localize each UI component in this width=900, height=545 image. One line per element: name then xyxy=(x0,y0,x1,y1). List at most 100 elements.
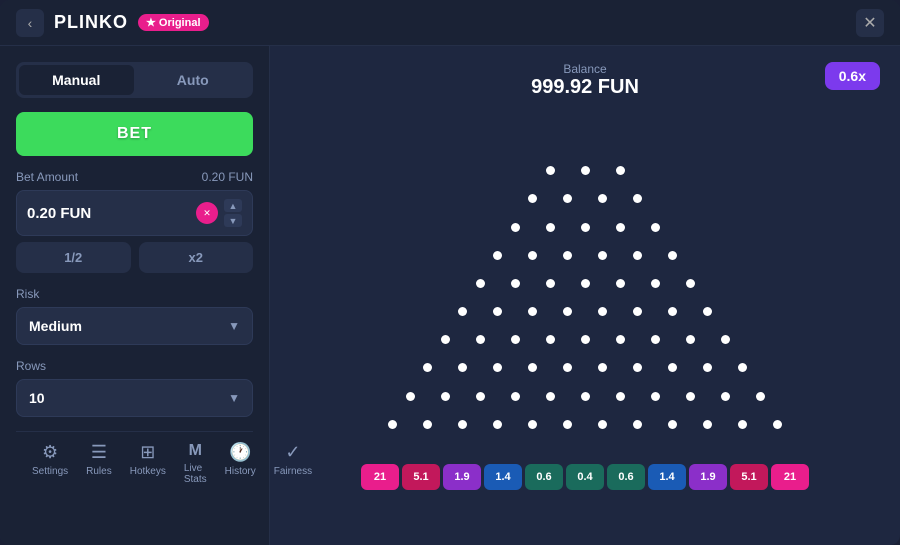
hotkeys-item[interactable]: ⊞ Hotkeys xyxy=(130,442,166,485)
peg xyxy=(773,420,782,429)
peg xyxy=(738,363,747,372)
bet-button[interactable]: BET xyxy=(16,112,253,156)
live-stats-item[interactable]: M Live Stats xyxy=(184,442,207,485)
risk-label: Risk xyxy=(16,287,253,301)
peg xyxy=(493,307,502,316)
app-container: ‹ PLINKO ★ Original ✕ Manual Auto BET Be… xyxy=(0,0,900,545)
hotkeys-label: Hotkeys xyxy=(130,466,166,477)
bucket: 1.4 xyxy=(484,464,522,490)
game-title: PLINKO xyxy=(54,12,128,33)
main-content: Manual Auto BET Bet Amount 0.20 FUN 0.20… xyxy=(0,46,900,545)
peg xyxy=(476,335,485,344)
rows-value: 10 xyxy=(29,390,45,406)
peg xyxy=(633,420,642,429)
peg xyxy=(616,166,625,175)
peg xyxy=(511,279,520,288)
peg xyxy=(581,335,590,344)
peg xyxy=(546,279,555,288)
original-badge: ★ Original xyxy=(138,14,208,31)
peg xyxy=(493,420,502,429)
rows-section: Rows 10 ▼ xyxy=(16,359,253,417)
balance-area: Balance 999.92 FUN 0.6x xyxy=(290,62,880,99)
close-button[interactable]: ✕ xyxy=(856,9,884,37)
peg xyxy=(546,166,555,175)
peg xyxy=(511,335,520,344)
risk-section: Risk Medium ▼ xyxy=(16,287,253,345)
back-button[interactable]: ‹ xyxy=(16,9,44,37)
bucket: 0.4 xyxy=(566,464,604,490)
peg xyxy=(441,335,450,344)
peg xyxy=(756,392,765,401)
peg xyxy=(563,251,572,260)
double-button[interactable]: x2 xyxy=(139,242,254,273)
tab-manual[interactable]: Manual xyxy=(19,65,134,95)
peg xyxy=(458,307,467,316)
bucket: 5.1 xyxy=(730,464,768,490)
peg xyxy=(581,166,590,175)
peg xyxy=(616,335,625,344)
peg xyxy=(651,279,660,288)
peg xyxy=(598,363,607,372)
peg xyxy=(738,420,747,429)
peg xyxy=(528,363,537,372)
peg xyxy=(563,420,572,429)
peg xyxy=(563,307,572,316)
peg xyxy=(581,279,590,288)
peg xyxy=(633,194,642,203)
history-icon: 🕐 xyxy=(229,442,251,463)
bet-label-row: Bet Amount 0.20 FUN xyxy=(16,170,253,184)
bucket: 21 xyxy=(361,464,399,490)
peg xyxy=(686,335,695,344)
bucket: 5.1 xyxy=(402,464,440,490)
bucket: 0.6 xyxy=(607,464,645,490)
live-stats-label: Live Stats xyxy=(184,463,207,485)
rows-dropdown[interactable]: 10 ▼ xyxy=(16,379,253,417)
peg xyxy=(721,392,730,401)
risk-value: Medium xyxy=(29,318,82,334)
peg xyxy=(493,363,502,372)
bucket: 1.9 xyxy=(689,464,727,490)
spin-up-button[interactable]: ▲ xyxy=(224,199,242,212)
peg xyxy=(686,392,695,401)
left-panel: Manual Auto BET Bet Amount 0.20 FUN 0.20… xyxy=(0,46,270,545)
bet-input-wrapper: 0.20 FUN ✕ ▲ ▼ xyxy=(16,190,253,236)
peg xyxy=(686,279,695,288)
header: ‹ PLINKO ★ Original ✕ xyxy=(0,0,900,46)
settings-item[interactable]: ⚙ Settings xyxy=(32,442,68,485)
bottom-bar: ⚙ Settings ☰ Rules ⊞ Hotkeys M Live Stat… xyxy=(16,431,253,497)
peg xyxy=(598,420,607,429)
balance-box: Balance 999.92 FUN xyxy=(531,62,639,99)
live-stats-icon: M xyxy=(189,442,202,460)
right-panel: Balance 999.92 FUN 0.6x 215.11.91.40.60.… xyxy=(270,46,900,545)
peg xyxy=(406,392,415,401)
peg xyxy=(581,223,590,232)
peg xyxy=(581,392,590,401)
peg xyxy=(651,335,660,344)
spin-down-button[interactable]: ▼ xyxy=(224,214,242,227)
peg xyxy=(616,392,625,401)
tab-auto[interactable]: Auto xyxy=(136,65,251,95)
history-label: History xyxy=(225,466,256,477)
risk-chevron-icon: ▼ xyxy=(228,319,240,333)
rules-item[interactable]: ☰ Rules xyxy=(86,442,112,485)
peg xyxy=(668,251,677,260)
peg xyxy=(563,363,572,372)
peg xyxy=(703,363,712,372)
peg xyxy=(668,363,677,372)
pegs-container xyxy=(375,148,795,458)
hotkeys-icon: ⊞ xyxy=(140,442,155,463)
peg xyxy=(616,279,625,288)
peg xyxy=(388,420,397,429)
peg xyxy=(651,223,660,232)
peg xyxy=(546,223,555,232)
risk-dropdown[interactable]: Medium ▼ xyxy=(16,307,253,345)
peg xyxy=(651,392,660,401)
peg xyxy=(528,194,537,203)
peg xyxy=(528,251,537,260)
history-item[interactable]: 🕐 History xyxy=(225,442,256,485)
rows-label: Rows xyxy=(16,359,253,373)
peg xyxy=(546,392,555,401)
peg xyxy=(476,392,485,401)
half-button[interactable]: 1/2 xyxy=(16,242,131,273)
settings-icon: ⚙ xyxy=(42,442,58,463)
